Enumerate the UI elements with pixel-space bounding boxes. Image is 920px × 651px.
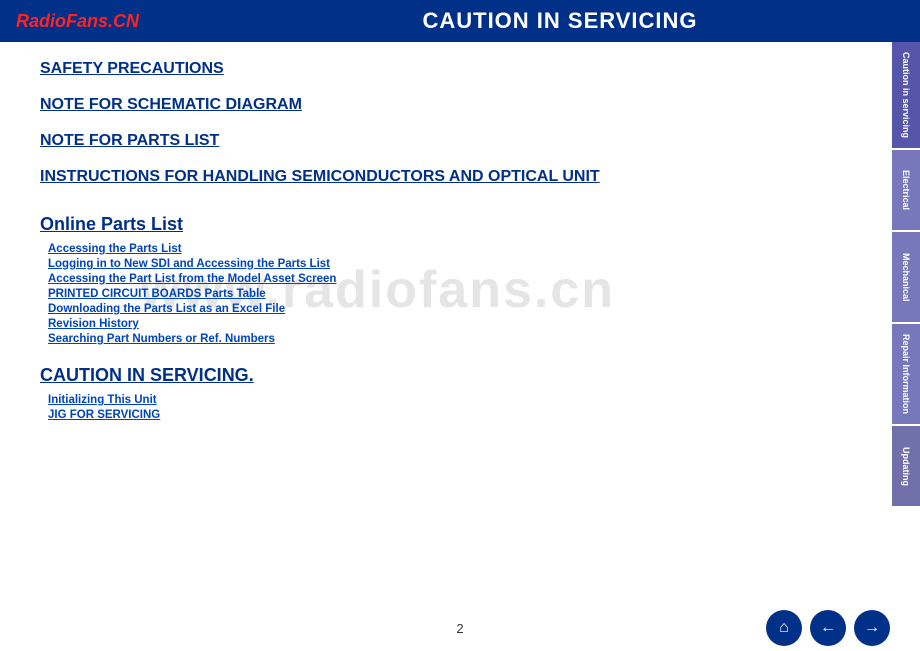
caution-in-servicing-links: Initializing This Unit JIG FOR SERVICING [48,394,830,421]
section-online-parts-list: Online Parts List Accessing the Parts Li… [40,204,830,345]
link-revision-history[interactable]: Revision History [48,318,830,330]
back-icon: ← [820,619,836,637]
link-logging-in[interactable]: Logging in to New SDI and Accessing the … [48,258,830,270]
link-searching-part-numbers[interactable]: Searching Part Numbers or Ref. Numbers [48,333,830,345]
page-number: 2 [456,621,463,636]
tab-updating[interactable]: Updating [892,426,920,506]
tab-caution-in-servicing[interactable]: Caution in servicing [892,42,920,148]
header: RadioFans.CN CAUTION IN SERVICING [0,0,920,42]
link-safety-precautions[interactable]: SAFETY PRECAUTIONS [40,60,830,78]
link-note-schematic[interactable]: NOTE FOR SCHEMATIC DIAGRAM [40,96,830,114]
tab-repair-information[interactable]: Repair Information [892,324,920,424]
forward-button[interactable]: → [854,610,890,646]
back-button[interactable]: ← [810,610,846,646]
link-instructions-semiconductors[interactable]: INSTRUCTIONS FOR HANDLING SEMICONDUCTORS… [40,168,830,186]
home-button[interactable]: ⌂ [766,610,802,646]
link-accessing-model-asset[interactable]: Accessing the Part List from the Model A… [48,273,830,285]
brand-logo: RadioFans.CN [16,11,216,32]
tab-electrical[interactable]: Electrical [892,150,920,230]
section-heading-online-parts-list[interactable]: Online Parts List [40,214,183,235]
home-icon: ⌂ [779,619,789,637]
section-caution-in-servicing: CAUTION IN SERVICING. Initializing This … [40,355,830,421]
sidebar-tabs: Caution in servicing Electrical Mechanic… [892,42,920,508]
tab-mechanical[interactable]: Mechanical [892,232,920,322]
link-downloading-excel[interactable]: Downloading the Parts List as an Excel F… [48,303,830,315]
link-pcb-parts-table[interactable]: PRINTED CIRCUIT BOARDS Parts Table [48,288,830,300]
forward-icon: → [864,619,880,637]
page-title: CAUTION IN SERVICING [216,8,904,34]
link-initializing-unit[interactable]: Initializing This Unit [48,394,830,406]
footer-navigation: ⌂ ← → [766,610,890,646]
online-parts-list-links: Accessing the Parts List Logging in to N… [48,243,830,345]
link-jig-for-servicing[interactable]: JIG FOR SERVICING [48,409,830,421]
link-accessing-parts-list[interactable]: Accessing the Parts List [48,243,830,255]
footer: 2 ⌂ ← → [0,605,920,651]
section-heading-caution-in-servicing[interactable]: CAUTION IN SERVICING. [40,365,254,386]
main-content: SAFETY PRECAUTIONS NOTE FOR SCHEMATIC DI… [0,42,870,449]
link-note-parts-list[interactable]: NOTE FOR PARTS LIST [40,132,830,150]
